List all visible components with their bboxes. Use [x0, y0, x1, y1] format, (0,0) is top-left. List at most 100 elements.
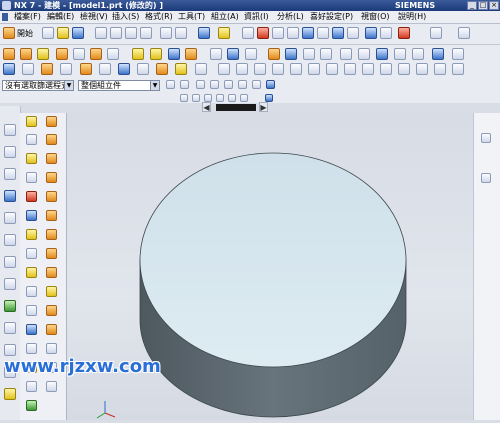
hand-icon[interactable] [218, 27, 230, 39]
palette-tool-19-icon[interactable] [26, 286, 37, 297]
helix-icon[interactable] [362, 63, 374, 75]
redo-icon[interactable] [175, 27, 187, 39]
arc-center-icon[interactable] [238, 80, 247, 89]
n-sided-icon[interactable] [99, 63, 111, 75]
split-body-icon[interactable] [320, 48, 332, 60]
join-curve-icon[interactable] [452, 63, 464, 75]
render-style-icon[interactable] [365, 27, 377, 39]
palette-tool-18-icon[interactable] [46, 267, 57, 278]
circle-icon[interactable] [254, 63, 266, 75]
dock-tab-handle[interactable] [216, 104, 256, 111]
curve-icon[interactable] [236, 63, 248, 75]
spline-icon[interactable] [218, 63, 230, 75]
trim-body-icon[interactable] [303, 48, 315, 60]
revolve-icon[interactable] [37, 48, 49, 60]
menu-analysis[interactable]: 分析(L) [277, 11, 304, 23]
intersection-point-icon[interactable] [266, 80, 275, 89]
zoom-region-icon[interactable] [257, 27, 269, 39]
offset-curve-icon[interactable] [380, 63, 392, 75]
intersect-icon[interactable] [285, 48, 297, 60]
datum-axis-icon[interactable] [227, 48, 239, 60]
cube-small-icon[interactable] [265, 94, 273, 102]
palette-tool-29-icon[interactable] [26, 381, 37, 392]
palette-tool-5-icon[interactable] [26, 153, 37, 164]
maximize-button[interactable]: □ [478, 1, 488, 10]
palette-tool-26-icon[interactable] [46, 343, 57, 354]
palette-tool-11-icon[interactable] [26, 210, 37, 221]
selection-scope-dropdown[interactable]: 整個組立件 ▼ [78, 80, 160, 91]
menu-edit[interactable]: 編輯(E) [47, 11, 74, 23]
save-icon[interactable] [72, 27, 84, 39]
chevron-right-icon[interactable]: ▶ [259, 102, 268, 112]
shaded-icon[interactable] [347, 27, 359, 39]
zoom-icon[interactable] [272, 27, 284, 39]
menu-tools[interactable]: 工具(T) [178, 11, 205, 23]
swept-icon[interactable] [80, 63, 92, 75]
menu-information[interactable]: 資訊(I) [244, 11, 269, 23]
system-materials-icon[interactable] [4, 278, 16, 290]
layer-icon[interactable] [432, 48, 444, 60]
palette-tool-2-icon[interactable] [46, 116, 57, 127]
line-icon[interactable] [308, 63, 320, 75]
history-icon[interactable] [4, 256, 16, 268]
pan-icon[interactable] [317, 27, 329, 39]
boss-icon[interactable] [73, 48, 85, 60]
undo-icon[interactable] [160, 27, 172, 39]
palette-tool-15-icon[interactable] [26, 248, 37, 259]
palette-tool-21-icon[interactable] [26, 305, 37, 316]
paint-icon[interactable] [195, 63, 207, 75]
menu-assemblies[interactable]: 組立(A) [211, 11, 239, 23]
palette-tool-24-icon[interactable] [46, 324, 57, 335]
part-navigator-icon[interactable] [4, 168, 16, 180]
visibility-icon[interactable] [216, 94, 224, 102]
wcs-icon[interactable] [452, 48, 464, 60]
pattern-icon[interactable] [394, 48, 406, 60]
web-browser-icon[interactable] [4, 234, 16, 246]
intersect-curve-icon[interactable] [416, 63, 428, 75]
pocket-icon[interactable] [90, 48, 102, 60]
draft-icon[interactable] [412, 48, 424, 60]
thicken-icon[interactable] [156, 63, 168, 75]
offset-face-icon[interactable] [340, 48, 352, 60]
palette-tool-4-icon[interactable] [46, 134, 57, 145]
palette-tool-9-icon[interactable] [26, 191, 37, 202]
fit-view-icon[interactable] [242, 27, 254, 39]
start-button[interactable]: 開始 [17, 29, 33, 39]
edge-blend-icon[interactable] [150, 48, 162, 60]
hide-icon[interactable] [228, 94, 236, 102]
project-curve-icon[interactable] [398, 63, 410, 75]
cut-icon[interactable] [95, 27, 107, 39]
chevron-left-icon[interactable]: ◀ [202, 102, 211, 112]
unite-icon[interactable] [245, 48, 257, 60]
view-cube-icon[interactable] [332, 27, 344, 39]
hole-icon[interactable] [56, 48, 68, 60]
ruled-icon[interactable] [60, 63, 72, 75]
section-icon[interactable] [204, 94, 212, 102]
end-point-icon[interactable] [196, 80, 205, 89]
palette-tool-20-icon[interactable] [46, 286, 57, 297]
menu-insert[interactable]: 插入(S) [112, 11, 139, 23]
mirror-icon[interactable] [376, 48, 388, 60]
palette-tool-17-icon[interactable] [26, 267, 37, 278]
palette-tool-10-icon[interactable] [46, 191, 57, 202]
minimize-button[interactable]: _ [467, 1, 477, 10]
snap-icon[interactable] [166, 80, 175, 89]
studio-surface-icon[interactable] [137, 63, 149, 75]
palette-tool-1-icon[interactable] [26, 116, 37, 127]
sketch-icon[interactable] [3, 48, 15, 60]
quadrant-point-icon[interactable] [252, 80, 261, 89]
groove-icon[interactable] [132, 48, 144, 60]
palette-tool-31-icon[interactable] [26, 400, 37, 411]
delete-icon[interactable] [140, 27, 152, 39]
palette-tool-25-icon[interactable] [26, 343, 37, 354]
snap-toggle-icon[interactable] [180, 94, 188, 102]
show-icon[interactable] [240, 94, 248, 102]
bridge-icon[interactable] [118, 63, 130, 75]
view-snap-icon[interactable] [192, 94, 200, 102]
palette-tool-8-icon[interactable] [46, 172, 57, 183]
assembly-navigator-icon[interactable] [4, 124, 16, 136]
open-folder-icon[interactable] [57, 27, 69, 39]
shell-icon[interactable] [185, 48, 197, 60]
new-file-icon[interactable] [42, 27, 54, 39]
palette-tool-3-icon[interactable] [26, 134, 37, 145]
